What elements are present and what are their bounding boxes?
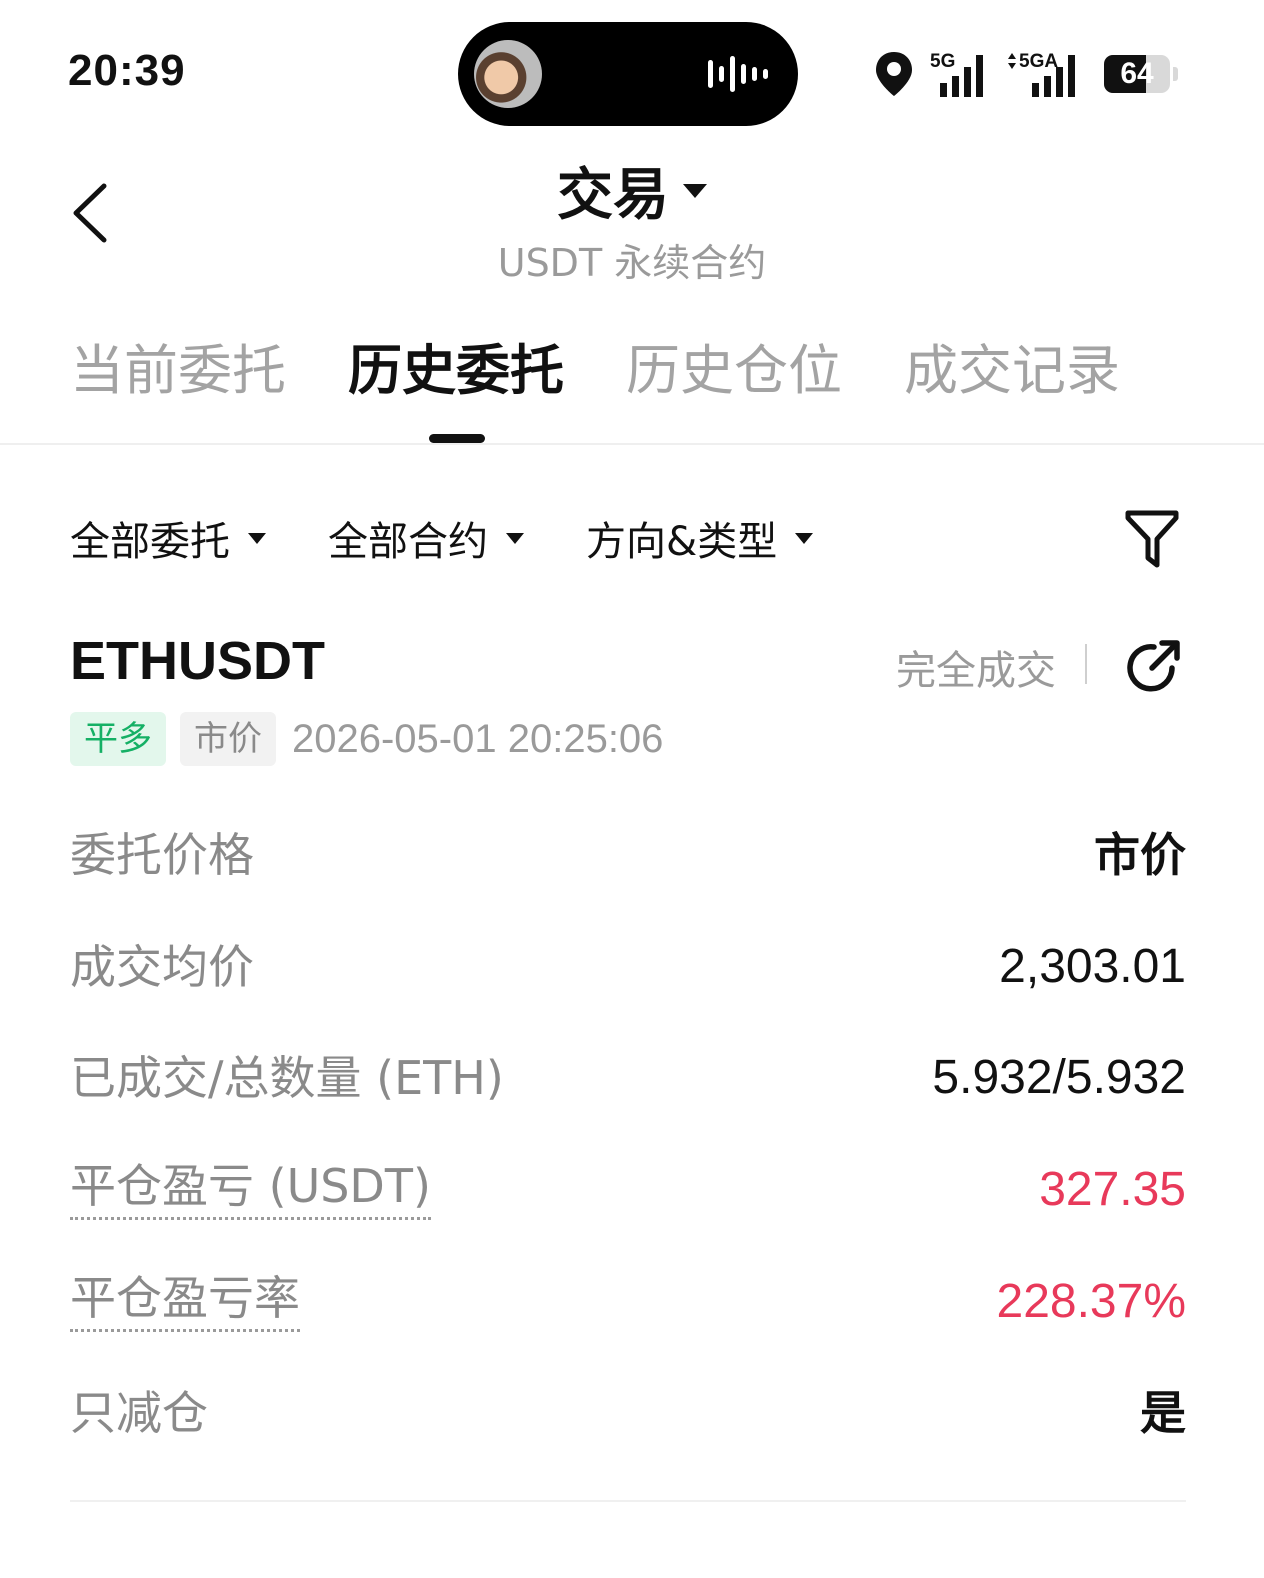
signal-5ga-icon: 5GA	[1008, 51, 1075, 97]
detail-row-avg-price: 成交均价 2,303.01	[70, 932, 1186, 1002]
battery-level: 64	[1120, 57, 1154, 90]
filter-direction-type[interactable]: 方向&类型	[586, 509, 814, 567]
location-icon	[876, 52, 912, 96]
detail-label: 委托价格	[70, 828, 254, 882]
detail-value: 市价	[1094, 828, 1186, 882]
caret-down-icon	[506, 532, 524, 544]
detail-value: 5.932/5.932	[932, 1051, 1186, 1104]
filter-icon[interactable]	[1124, 508, 1180, 570]
tabs-divider	[0, 443, 1264, 445]
tab-bar: 当前委托 历史委托 历史仓位 成交记录	[70, 336, 1182, 406]
detail-row-closing-pnl: 平仓盈亏 (USDT) 327.35	[70, 1155, 1186, 1225]
filter-contract[interactable]: 全部合约	[328, 509, 524, 567]
side-tag: 平多	[70, 712, 166, 766]
status-divider	[1085, 644, 1087, 684]
filter-row: 全部委托 全部合约 方向&类型	[70, 506, 875, 570]
detail-value: 是	[1140, 1386, 1186, 1440]
signal-5g-icon: 5G	[930, 51, 983, 97]
header-title-dropdown[interactable]: 交易	[0, 150, 1264, 231]
caret-down-icon	[795, 532, 814, 544]
tab-trade-records[interactable]: 成交记录	[904, 336, 1120, 406]
filter-direction-type-label: 方向&类型	[586, 519, 778, 565]
battery-icon: 64	[1104, 55, 1178, 93]
status-indicators: 5G 5GA 64	[874, 48, 1178, 100]
audio-wave-icon	[708, 56, 768, 92]
order-tags: 平多 市价 2026-05-01 20:25:06	[70, 712, 663, 766]
filter-order-type[interactable]: 全部委托	[70, 509, 266, 567]
page-title: 交易	[557, 163, 669, 228]
order-status: 完全成交	[896, 648, 1056, 694]
network-label-5g: 5G	[930, 51, 955, 72]
network-label-5ga: 5GA	[1019, 51, 1058, 72]
share-icon[interactable]	[1120, 634, 1186, 700]
detail-row-closing-pnl-rate: 平仓盈亏率 228.37%	[70, 1267, 1186, 1337]
tab-current-orders[interactable]: 当前委托	[70, 336, 286, 406]
order-symbol: ETHUSDT	[70, 631, 325, 691]
detail-label: 已成交/总数量 (ETH)	[70, 1051, 504, 1105]
tab-order-history[interactable]: 历史委托	[348, 336, 564, 406]
tab-position-history[interactable]: 历史仓位	[626, 336, 842, 406]
detail-row-filled-qty: 已成交/总数量 (ETH) 5.932/5.932	[70, 1043, 1186, 1113]
detail-row-reduce-only: 只减仓 是	[70, 1378, 1186, 1448]
detail-label-tooltip[interactable]: 平仓盈亏率	[70, 1267, 300, 1332]
card-divider	[70, 1500, 1186, 1502]
order-time: 2026-05-01 20:25:06	[292, 716, 664, 761]
detail-label-tooltip[interactable]: 平仓盈亏 (USDT)	[70, 1155, 431, 1220]
detail-row-order-price: 委托价格 市价	[70, 820, 1186, 890]
status-time: 20:39	[68, 46, 186, 95]
filter-order-type-label: 全部委托	[70, 519, 230, 565]
status-bar: 20:39 5G 5GA 64	[0, 0, 1264, 140]
avatar	[474, 40, 542, 108]
detail-value-pnl-rate: 228.37%	[996, 1275, 1187, 1328]
dynamic-island[interactable]	[458, 22, 798, 126]
detail-value-pnl: 327.35	[1039, 1163, 1186, 1216]
filter-contract-label: 全部合约	[328, 519, 488, 565]
detail-value: 2,303.01	[999, 940, 1186, 993]
caret-down-icon	[683, 183, 707, 198]
detail-label: 只减仓	[70, 1386, 208, 1440]
page-subtitle: USDT 永续合约	[497, 241, 767, 285]
active-tab-indicator	[429, 434, 485, 443]
order-type-tag: 市价	[180, 712, 276, 766]
detail-label: 成交均价	[70, 940, 254, 994]
caret-down-icon	[248, 532, 266, 544]
